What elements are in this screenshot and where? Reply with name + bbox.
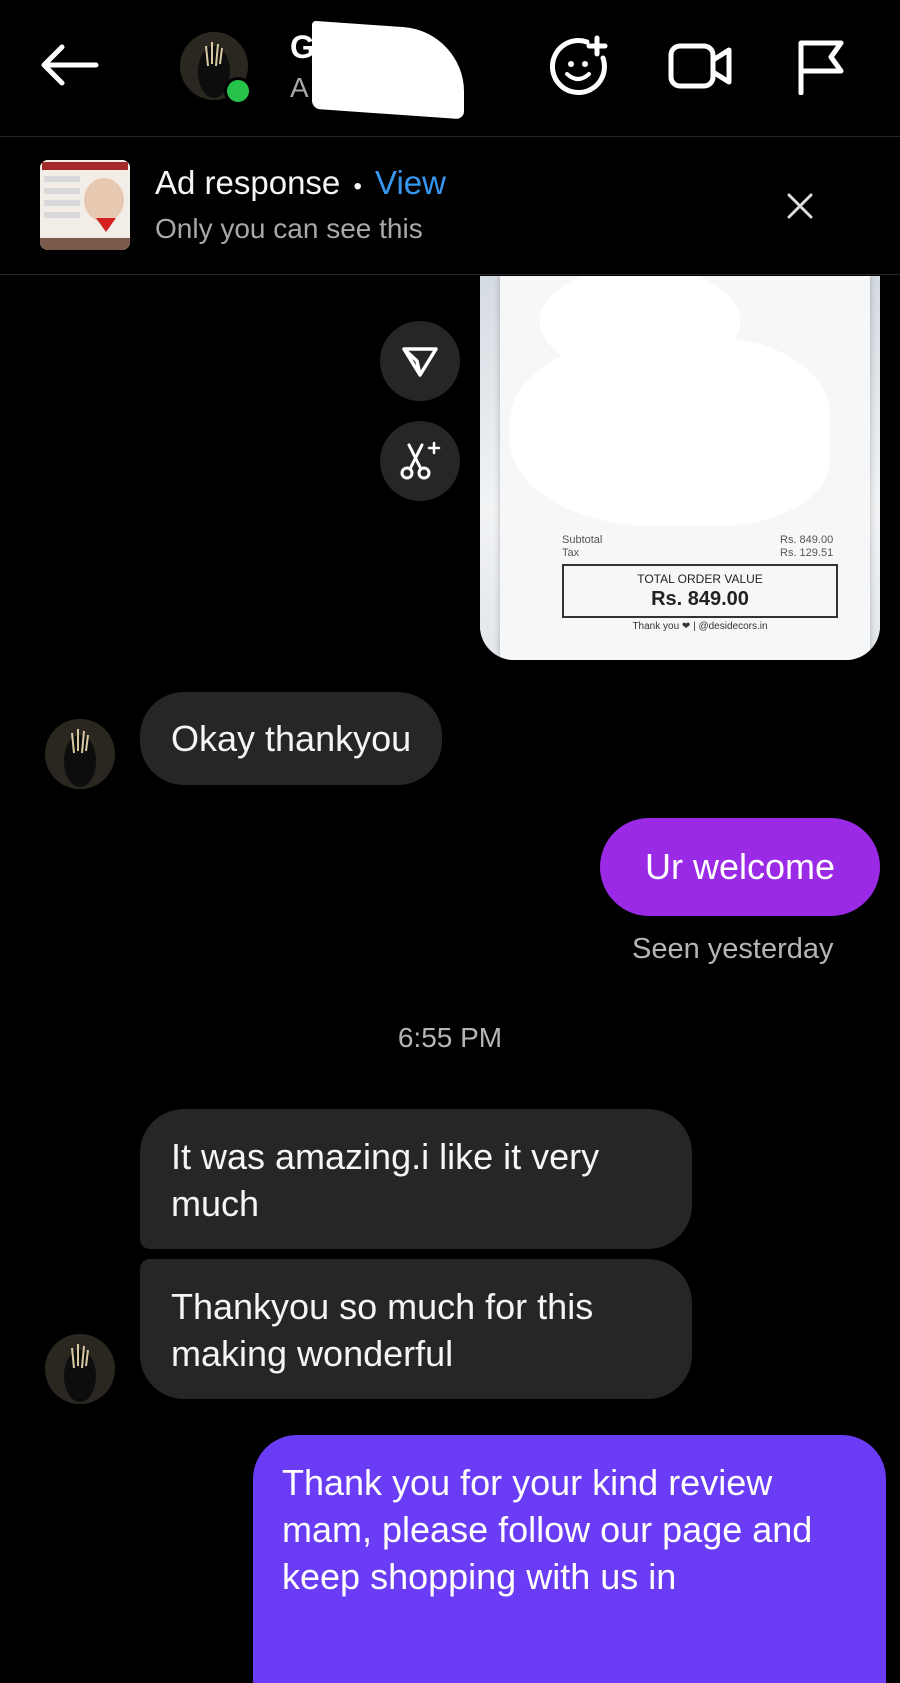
redaction-blob — [510, 336, 830, 526]
seen-status: Seen yesterday — [632, 933, 834, 965]
share-button[interactable] — [380, 321, 460, 401]
remix-button[interactable] — [380, 421, 460, 501]
ad-response-subtitle: Only you can see this — [155, 213, 423, 244]
video-call-button[interactable] — [665, 36, 735, 96]
effects-button[interactable] — [545, 32, 613, 100]
receipt-footer: Thank you ❤ | @desidecors.in — [632, 621, 768, 632]
contact-subtitle: A — [290, 72, 309, 103]
message-bubble-outgoing[interactable]: Thank you for your kind review mam, plea… — [253, 1435, 886, 1683]
ad-response-title: Ad response • View — [155, 164, 446, 201]
message-bubble-outgoing[interactable]: Ur welcome — [600, 818, 880, 916]
message-bubble-incoming[interactable]: Okay thankyou — [140, 692, 443, 785]
receipt-image-message[interactable]: Subtotal Rs. 849.00 Tax Rs. 129.51 TOTAL… — [480, 276, 880, 660]
video-camera-icon — [668, 43, 732, 89]
timestamp-divider: 6:55 PM — [397, 1022, 503, 1053]
receipt-total-value: Rs. 849.00 — [651, 588, 749, 610]
sender-avatar[interactable] — [45, 719, 115, 789]
scissors-sparkle-icon — [400, 441, 441, 480]
message-bubble-incoming[interactable]: It was amazing.i like it very much — [140, 1109, 692, 1249]
receipt-tax-label: Tax — [562, 547, 580, 559]
paper-plane-icon — [402, 347, 438, 377]
receipt-subtotal-label: Subtotal — [562, 534, 603, 546]
receipt-subtotal-value: Rs. 849.00 — [780, 534, 834, 546]
arrow-left-icon — [41, 44, 99, 86]
ad-thumbnail[interactable] — [40, 160, 130, 250]
report-button[interactable] — [790, 36, 850, 96]
online-status-dot — [224, 77, 252, 105]
ad-response-banner — [0, 137, 900, 275]
flag-icon — [798, 40, 844, 95]
message-bubble-incoming[interactable]: Thankyou so much for this making wonderf… — [140, 1259, 692, 1399]
close-banner-button[interactable] — [780, 186, 820, 226]
view-ad-link[interactable]: View — [375, 164, 446, 201]
receipt-total-label: TOTAL ORDER VALUE — [637, 572, 763, 586]
receipt-total-box: TOTAL ORDER VALUE Rs. 849.00 — [562, 564, 838, 618]
close-icon — [787, 193, 813, 219]
face-plus-icon — [549, 35, 608, 96]
back-button[interactable] — [30, 30, 110, 100]
sender-avatar[interactable] — [45, 1334, 115, 1404]
receipt-tax-value: Rs. 129.51 — [780, 547, 834, 559]
